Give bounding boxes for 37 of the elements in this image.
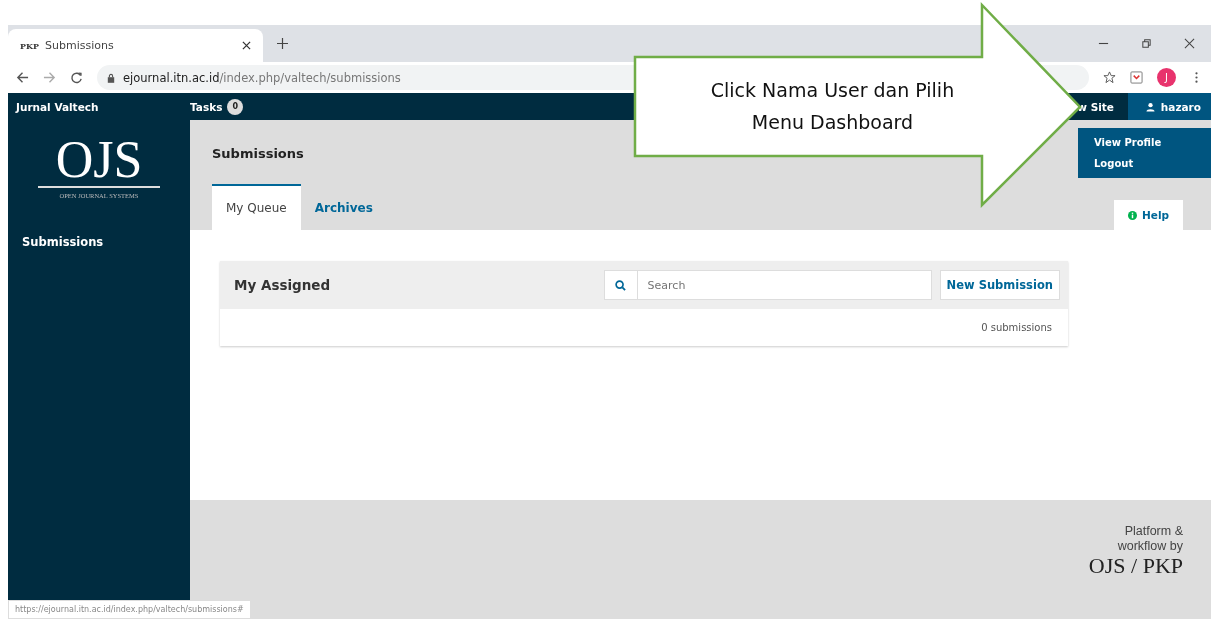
dropdown-menu-item[interactable]: Logout <box>1078 153 1211 174</box>
pkp-footer-logo[interactable]: Platform & workflow by OJS / PKP <box>1088 524 1183 578</box>
tasks-count-badge: 0 <box>227 98 244 115</box>
submission-count: 0 submissions <box>981 322 1052 333</box>
tab-favicon: PKP <box>20 40 39 51</box>
info-icon <box>1127 210 1137 220</box>
search-field[interactable]: Search <box>636 270 932 300</box>
status-url: https://ejournal.itn.ac.id/index.php/valtech/submissions# <box>8 600 251 619</box>
site-name[interactable]: Jurnal Valtech <box>8 100 180 113</box>
new-tab-icon[interactable] <box>277 38 288 49</box>
panel-title: My Assigned <box>234 277 331 293</box>
dropdown-menu-item[interactable]: View Profile <box>1078 132 1211 153</box>
new-submission-button[interactable]: New Submission <box>939 270 1060 300</box>
reload-icon[interactable] <box>70 71 83 84</box>
user-menu-button[interactable]: hazaro <box>1128 93 1211 120</box>
star-icon[interactable] <box>1103 71 1116 84</box>
page-title: Submissions <box>212 146 304 161</box>
user-icon <box>1145 101 1155 112</box>
user-name: hazaro <box>1160 100 1201 113</box>
back-arrow-icon[interactable] <box>16 71 29 84</box>
search-button[interactable] <box>603 270 637 300</box>
help-button[interactable]: Help <box>1113 200 1183 230</box>
browser-tab[interactable]: PKP Submissions <box>8 29 263 62</box>
close-icon[interactable] <box>1184 38 1195 49</box>
page-tab[interactable]: Archives <box>300 186 387 230</box>
help-label: Help <box>1141 209 1169 221</box>
tab-title: Submissions <box>45 39 115 52</box>
lock-icon <box>107 72 115 83</box>
pocket-icon[interactable] <box>1130 71 1143 84</box>
tasks-link[interactable]: Tasks <box>190 100 223 113</box>
page-tab[interactable]: My Queue <box>212 184 301 230</box>
url-text: ejournal.itn.ac.id/index.php/valtech/submissions <box>123 70 401 85</box>
close-icon[interactable] <box>242 41 251 50</box>
sidebar-item[interactable]: Submissions <box>22 235 190 249</box>
restore-icon[interactable] <box>1141 38 1152 49</box>
search-icon <box>615 279 627 291</box>
profile-avatar[interactable]: J <box>1157 68 1176 87</box>
